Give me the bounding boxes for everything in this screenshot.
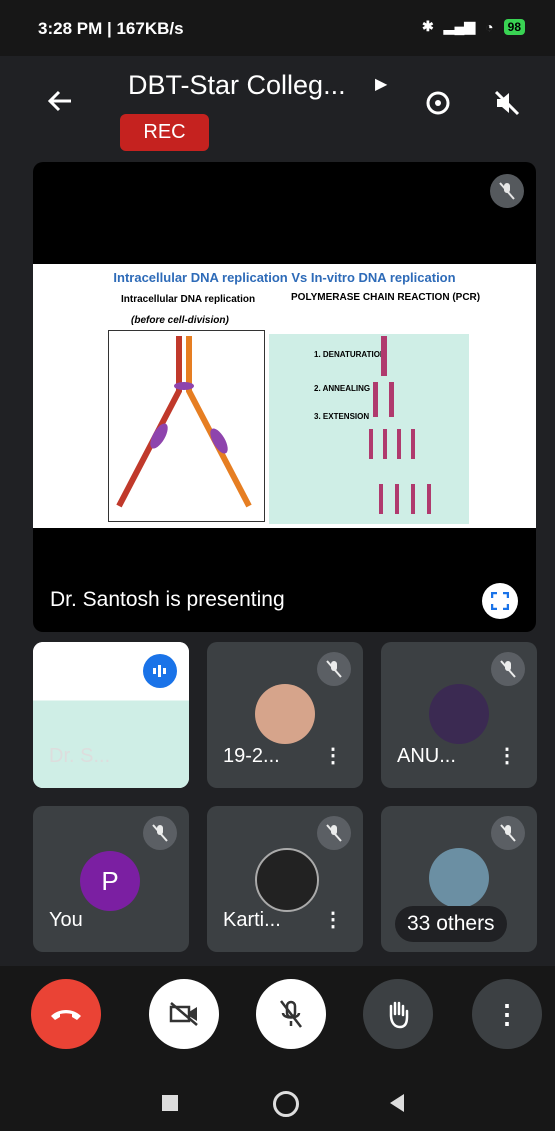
participant-tile-5[interactable]: Karti... ⋮ [207,806,363,952]
camera-toggle-button[interactable] [149,979,219,1049]
status-icons: ✱ ▂▄▆ ◔ 98 [422,18,525,35]
back-arrow-icon[interactable] [44,85,76,117]
more-options-icon[interactable]: ⋮ [323,907,343,932]
speaker-off-icon[interactable] [490,86,524,120]
participant-tile-self[interactable]: P You [33,806,189,952]
slide-left-subheading: (before cell-division) [131,315,229,326]
participant-tile-presenter[interactable]: Dr. S... [33,642,189,788]
avatar [429,684,489,744]
mic-off-icon [317,652,351,686]
status-bar: 3:28 PM | 167KB/s ✱ ▂▄▆ ◔ 98 [0,0,555,56]
meeting-title[interactable]: DBT-Star Colleg... [128,70,346,101]
mic-off-icon [280,1000,302,1028]
wifi-icon: ◔ [485,18,494,35]
participant-name: Dr. S... [49,745,111,767]
participant-tile-2[interactable]: 19-2... ⋮ [207,642,363,788]
recents-button[interactable] [162,1095,178,1111]
fullscreen-icon [491,592,509,610]
avatar [255,684,315,744]
pcr-diagram: 1. DENATURATION 2. ANNEALING 3. EXTENSIO… [269,334,469,524]
others-tile[interactable]: 33 others [381,806,537,952]
fullscreen-button[interactable] [482,583,518,619]
switch-camera-icon[interactable] [421,86,455,120]
back-button[interactable] [390,1094,404,1112]
mic-off-icon [143,816,177,850]
status-time: 3:28 PM | 167KB/s [38,19,184,38]
mic-toggle-button[interactable] [256,979,326,1049]
dna-replication-diagram [108,330,265,522]
mic-off-icon [491,652,525,686]
more-options-icon[interactable]: ⋮ [497,743,517,768]
more-vert-icon: ⋮ [494,998,520,1029]
speaking-indicator-icon [143,654,177,688]
slide-left-heading: Intracellular DNA replication [121,294,256,305]
hand-icon [389,1001,409,1029]
phone-hangup-icon [51,1010,81,1020]
mic-off-icon [317,816,351,850]
battery-icon: 98 [503,18,525,35]
pcr-step-2: 2. ANNEALING [314,384,371,393]
participant-name: Karti... [223,909,281,931]
chevron-right-icon[interactable]: ▶ [375,74,387,94]
pcr-step-3: 3. EXTENSION [314,412,370,421]
others-count-label: 33 others [395,906,507,942]
slide-title: Intracellular DNA replication Vs In-vitr… [113,270,456,285]
raise-hand-button[interactable] [363,979,433,1049]
slide-right-heading: POLYMERASE CHAIN REACTION (PCR) [291,292,481,303]
avatar [429,848,489,908]
participant-name: You [49,909,83,931]
more-options-icon[interactable]: ⋮ [323,743,343,768]
more-options-button[interactable]: ⋮ [472,979,542,1049]
shared-slide: Intracellular DNA replication Vs In-vitr… [33,264,536,528]
recording-badge: REC [120,114,209,151]
participant-name: 19-2... [223,745,280,767]
video-off-icon [169,1002,198,1026]
participant-name: ANU... [397,745,456,767]
home-button[interactable] [273,1091,299,1117]
bluetooth-icon: ✱ [421,18,434,34]
mic-off-icon [491,816,525,850]
presenting-label: Dr. Santosh is presenting [50,588,285,611]
avatar [255,848,319,912]
participant-tile-3[interactable]: ANU... ⋮ [381,642,537,788]
mic-off-icon [490,174,524,208]
end-call-button[interactable] [31,979,101,1049]
signal-icon: ▂▄▆ [443,18,476,34]
avatar-initial: P [80,851,140,911]
